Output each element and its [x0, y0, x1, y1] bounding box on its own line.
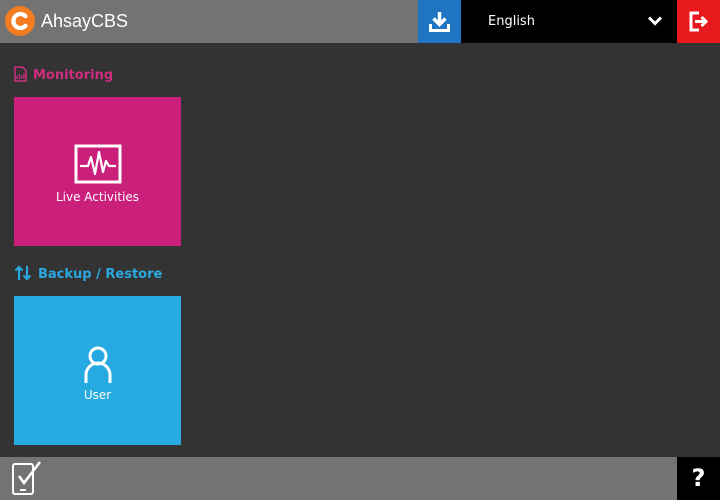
report-icon	[14, 66, 27, 82]
live-activity-icon	[74, 144, 121, 184]
user-tile[interactable]: User	[14, 296, 181, 445]
chevron-down-icon	[647, 16, 663, 26]
sync-arrows-icon	[14, 265, 32, 281]
logout-icon	[689, 11, 709, 32]
live-activities-tile[interactable]: Live Activities	[14, 97, 181, 246]
user-icon	[84, 346, 111, 383]
download-button[interactable]	[418, 0, 461, 43]
help-button[interactable]: ?	[677, 457, 720, 500]
backup-restore-title-text: Backup / Restore	[38, 267, 163, 282]
user-label: User	[83, 388, 112, 402]
language-selected: English	[488, 14, 535, 29]
language-select[interactable]: English	[461, 0, 677, 43]
logout-button[interactable]	[677, 0, 720, 43]
live-activities-label: Live Activities	[55, 190, 140, 204]
app-title: AhsayCBS	[41, 11, 129, 31]
bottom-bar: ?	[0, 457, 720, 500]
top-bar: AhsayCBS English	[0, 0, 720, 43]
ahsay-logo-icon[interactable]	[5, 6, 35, 36]
monitoring-title-text: Monitoring	[33, 68, 114, 83]
backup-restore-section-title: Backup / Restore	[14, 265, 162, 283]
monitoring-section-title: Monitoring	[14, 66, 113, 84]
task-checklist-icon[interactable]	[9, 459, 43, 497]
download-icon	[429, 12, 450, 32]
